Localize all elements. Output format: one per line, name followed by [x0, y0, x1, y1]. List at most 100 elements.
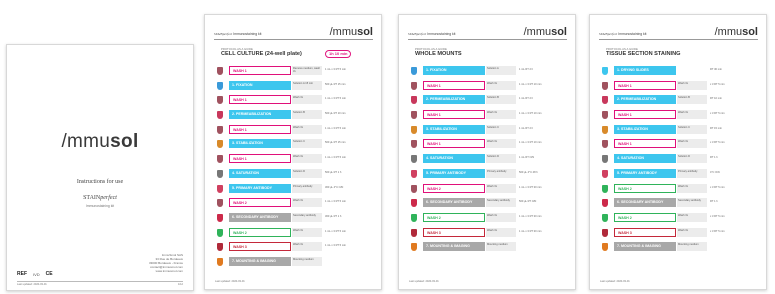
reagent-tube-icon [411, 184, 417, 193]
step-parameters: 1 mL x 3 RT 5 min [325, 126, 346, 130]
step-label: WASH 1 [229, 154, 291, 164]
regulatory-marks: REF IVD CE [17, 271, 53, 277]
protocol-step[interactable]: 5. PRIMARY ANTIBODY Primary antibody 500 µ… [411, 168, 567, 178]
page-footer: Last updated: 2020-03-01 [600, 280, 630, 283]
protocol-step[interactable]: WASH 2 Wash 3x x 3 RT 5 min [602, 183, 758, 193]
protocol-step[interactable]: 3. STABILIZATION Solution C 500 µL RT 15 m… [217, 139, 373, 149]
step-description: Solution B [677, 95, 707, 105]
reagent-tube-icon [217, 67, 223, 75]
protocol-step[interactable]: WASH 1 Wash 3x x 3 RT 5 min [602, 139, 758, 149]
protocol-step[interactable]: WASH 1 Wash 3x 1 mL x 3 RT 5 min [217, 124, 373, 134]
protocol-step[interactable]: 2. PERMEABILIZATION Solution B RT 10 min [602, 95, 758, 105]
reagent-tube-icon [602, 169, 608, 178]
reagent-tube-icon [217, 155, 223, 164]
cover-page[interactable]: /mmusol Instructions for use STAINperfec… [6, 44, 194, 291]
protocol-step[interactable]: WASH 2 Wash 3x x 3 RT 5 min [602, 212, 758, 222]
protocol-step[interactable]: 1. FIXATION Solution A1 mL RT 2 h [411, 66, 567, 75]
reagent-tube-icon [602, 243, 608, 252]
protocol-step[interactable]: WASH 1 Wash 3x 1 mL x 3 RT 10 min [411, 110, 567, 120]
reagent-tube-icon [217, 228, 223, 237]
protocol-step[interactable]: 1. DRYING SLIDES RT 30 min [602, 66, 758, 75]
protocol-step[interactable]: 2. PERMEABILIZATION Solution B1 mL RT 2 h [411, 95, 567, 105]
page-footer: Last updated: 2020-03-01 [409, 280, 439, 283]
protocol-steps: 1. DRYING SLIDES RT 30 min WASH 1 Wash 3x x … [602, 66, 758, 257]
reagent-tube-icon [411, 213, 417, 222]
protocol-step[interactable]: 3. STABILIZATION Solution C RT 15 min [602, 124, 758, 134]
protocol-step[interactable]: 4. SATURATION Solution D RT 1 h [602, 154, 758, 164]
step-label: WASH 1 [423, 139, 485, 149]
step-parameters: 1 mL RT 2 h [519, 97, 534, 101]
step-description: Solution C [677, 124, 707, 134]
company-address: ImmuSmol SAS 33 Rue de Bordeaux 33000 Bo… [148, 253, 183, 273]
step-parameters: 1 mL x 3 RT 5 min [325, 97, 346, 101]
protocol-title: WHOLE MOUNTS [415, 51, 462, 57]
protocol-step[interactable]: 5. PRIMARY ANTIBODY Primary antibody 4°C O… [602, 168, 758, 178]
step-description: Wash 3x [677, 227, 707, 237]
protocol-step[interactable]: 6. SECONDARY ANTIBODY Secondary antibody R… [602, 198, 758, 208]
protocol-step[interactable]: WASH 1 Wash 3x 1 mL x 3 RT 5 min [217, 154, 373, 164]
step-description: Wash 3x [486, 110, 516, 120]
step-label: WASH 1 [614, 110, 676, 120]
protocol-step[interactable]: 7. MOUNTING & IMAGING Mounting medium [602, 242, 758, 252]
protocol-step[interactable]: 1. FIXATION Solution A 15 min 500 µL RT 15… [217, 80, 373, 90]
step-label: 4. SATURATION [423, 154, 485, 164]
step-label: WASH 1 [229, 66, 291, 75]
product-subtitle: Immunostaining kit [85, 204, 115, 208]
protocol-step[interactable]: 6. SECONDARY ANTIBODY Secondary antibody 3… [217, 212, 373, 222]
protocol-step[interactable]: 3. STABILIZATION Solution C1 mL RT 2 h [411, 124, 567, 134]
reagent-tube-icon [217, 111, 223, 120]
protocol-step[interactable]: WASH 2 Wash 3x 1 mL x 3 RT 5 min [217, 198, 373, 208]
brand-label: STAINperfect Immunostaining kit [599, 32, 647, 36]
step-label: WASH 1 [614, 139, 676, 149]
step-parameters: 300 µL 4°C O/N [325, 185, 344, 189]
protocol-step[interactable]: 4. SATURATION Solution D1 mL RT O/N [411, 154, 567, 164]
step-description: Solution C [486, 124, 516, 134]
step-description: Wash 3x [486, 139, 516, 149]
protocol-step[interactable]: WASH 1 Wash 3x x 3 RT 5 min [602, 110, 758, 120]
protocol-step[interactable]: 2. PERMEABILIZATION Solution B 500 µL RT 1… [217, 110, 373, 120]
protocol-step[interactable]: WASH 2 Wash 3x 1 mL x 3 RT 5 min [217, 227, 373, 237]
protocol-step[interactable]: WASH 1 Remove medium, wash 3x 1 mL x 3 RT … [217, 66, 373, 75]
step-description: Solution C [292, 139, 322, 149]
protocol-step[interactable]: WASH 2 Wash 3x 1 mL x 3 RT 30 min [411, 212, 567, 222]
protocol-step[interactable]: 6. SECONDARY ANTIBODY Secondary antibody 5… [411, 198, 567, 208]
step-label: 7. MOUNTING & IMAGING [614, 242, 676, 252]
protocol-page-whole-mounts[interactable]: STAINperfect Immunostaining kit/mmusol PR… [398, 14, 576, 290]
step-parameters: 500 µL RT 15 min [325, 82, 346, 86]
protocol-step[interactable]: 4. SATURATION Solution D 500 µL RT 1 h [217, 168, 373, 178]
reagent-tube-icon [602, 213, 608, 222]
step-description: Primary antibody [486, 168, 516, 178]
step-parameters: 1 mL x 3 RT 5 min [325, 200, 346, 204]
reagent-tube-icon [411, 155, 417, 164]
protocol-step[interactable]: WASH 3 Wash 3x 1 mL x 3 RT 5 min [217, 242, 373, 252]
step-parameters: 1 mL x 3 RT 10 min [519, 112, 542, 116]
step-description: Solution D [486, 154, 516, 164]
protocol-step[interactable]: WASH 1 Wash 3x 1 mL x 3 RT 10 min [411, 80, 567, 90]
protocol-step[interactable]: 7. MOUNTING & IMAGING Mounting medium [411, 242, 567, 252]
protocol-step[interactable]: 5. PRIMARY ANTIBODY Primary antibody 300 µ… [217, 183, 373, 193]
step-parameters: 500 µL RT 15 min [325, 141, 346, 145]
protocol-step[interactable]: WASH 2 Wash 3x 1 mL x 3 RT 30 min [411, 183, 567, 193]
step-label: WASH 2 [229, 227, 291, 237]
protocol-page-tissue-section[interactable]: STAINperfect Immunostaining kit/mmusol PR… [589, 14, 767, 290]
step-label: WASH 1 [229, 95, 291, 105]
protocol-title: TISSUE SECTION STAINING [606, 51, 681, 57]
step-description: Wash 3x [677, 183, 707, 193]
reagent-tube-icon [602, 96, 608, 105]
protocol-step[interactable]: WASH 3 Wash 3x 1 mL x 3 RT 30 min [411, 227, 567, 237]
step-label: WASH 3 [614, 227, 676, 237]
protocol-page-cell-culture[interactable]: STAINperfect Immunostaining kit/mmusol PR… [204, 14, 382, 290]
step-parameters: 1 mL x 3 RT 30 min [519, 229, 542, 233]
protocol-step[interactable]: WASH 1 Wash 3x 1 mL x 3 RT 10 min [411, 139, 567, 149]
step-description: Solution A [486, 66, 516, 75]
step-description: Remove medium, wash 3x [292, 66, 322, 75]
protocol-step[interactable]: WASH 1 Wash 3x x 3 RT 5 min [602, 80, 758, 90]
page-header: STAINperfect Immunostaining kit/mmusol [599, 25, 758, 40]
protocol-step[interactable]: 7. MOUNTING & IMAGING Mounting medium [217, 256, 373, 266]
step-parameters: x 3 RT 5 min [710, 82, 725, 86]
protocol-step[interactable]: WASH 3 Wash 3x x 3 RT 5 min [602, 227, 758, 237]
protocol-step[interactable]: WASH 1 Wash 3x 1 mL x 3 RT 5 min [217, 95, 373, 105]
reagent-tube-icon [217, 199, 223, 208]
reagent-tube-icon [411, 96, 417, 105]
step-description: Solution D [292, 168, 322, 178]
